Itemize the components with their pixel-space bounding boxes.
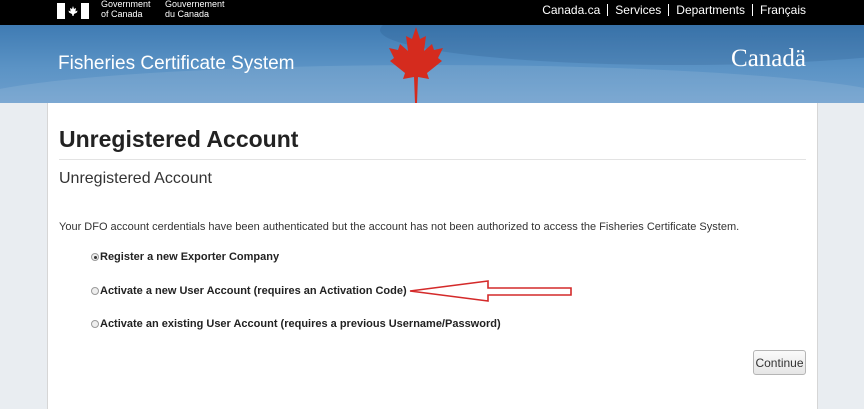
link-services[interactable]: Services: [615, 3, 661, 17]
option-activate-existing-user[interactable]: Activate an existing User Account (requi…: [91, 318, 501, 330]
option-register-exporter[interactable]: Register a new Exporter Company: [91, 251, 279, 263]
continue-button[interactable]: Continue: [753, 350, 806, 375]
site-title[interactable]: Fisheries Certificate System: [58, 53, 295, 75]
radio-button[interactable]: [91, 253, 99, 261]
content-panel: Unregistered Account Unregistered Accoun…: [47, 103, 818, 409]
red-arrow-annotation: [409, 280, 572, 302]
option-label: Activate a new User Account (requires an…: [100, 285, 407, 297]
separator: [751, 4, 753, 16]
separator: [607, 4, 609, 16]
link-departments[interactable]: Departments: [676, 3, 745, 17]
section-subtitle: Unregistered Account: [59, 170, 212, 187]
auth-message: Your DFO account cerdentials have been a…: [59, 221, 740, 233]
government-of-canada-en: Government of Canada: [101, 0, 151, 19]
option-label: Activate an existing User Account (requi…: [100, 318, 501, 330]
option-label: Register a new Exporter Company: [100, 251, 280, 263]
maple-leaf-icon: [389, 27, 443, 103]
top-nav: Canada.ca Services Departments Français: [542, 3, 806, 17]
link-francais[interactable]: Français: [760, 3, 806, 17]
link-canada-ca[interactable]: Canada.ca: [542, 3, 600, 17]
canada-wordmark: Canadä: [731, 45, 806, 72]
separator: [668, 4, 670, 16]
radio-button[interactable]: [91, 320, 99, 328]
page-title: Unregistered Account: [59, 126, 299, 152]
top-bar: Government of Canada Gouvernement du Can…: [0, 0, 864, 25]
government-of-canada-fr: Gouvernement du Canada: [165, 0, 225, 19]
canada-flag-icon: [57, 3, 89, 19]
radio-button[interactable]: [91, 287, 99, 295]
site-banner: Fisheries Certificate System Canadä: [0, 25, 864, 103]
divider: [59, 159, 806, 160]
option-activate-new-user[interactable]: Activate a new User Account (requires an…: [91, 285, 407, 297]
